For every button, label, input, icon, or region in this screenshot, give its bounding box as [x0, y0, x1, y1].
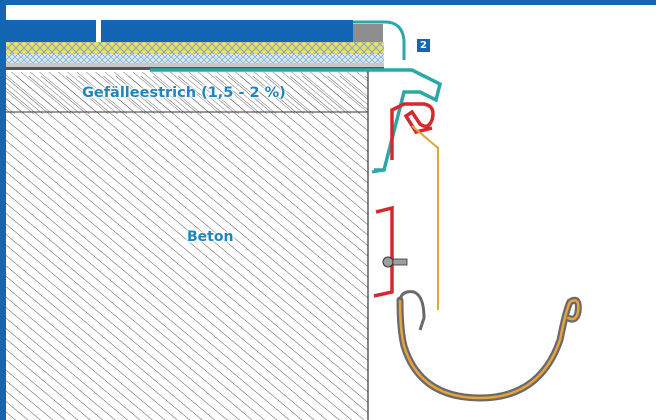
insulation-layer	[6, 42, 384, 54]
gray-edge-block	[353, 24, 383, 44]
concrete-slab	[6, 76, 368, 420]
red-gutter-hook-lower	[373, 205, 394, 298]
separation-layer	[6, 63, 384, 67]
eaves-detail-drawing: Gefälleestrich (1,5 - 2 %) Beton 2	[0, 0, 656, 420]
drainage-mat-layer	[6, 54, 384, 63]
blue-panel-left	[6, 20, 96, 42]
screed-label: Gefälleestrich (1,5 - 2 %)	[82, 85, 286, 101]
detail-number-badge: 2	[417, 39, 430, 52]
left-frame-bar	[0, 0, 6, 420]
top-frame-bar	[0, 0, 656, 5]
bracket-bolt	[382, 256, 394, 268]
concrete-label: Beton	[187, 229, 234, 245]
bolt-shank	[392, 258, 408, 266]
teal-profile-foot	[371, 168, 385, 174]
gutter-lining	[398, 298, 580, 400]
section-drawing	[0, 0, 656, 420]
gutter-strap	[411, 125, 439, 310]
blue-panel-right	[101, 20, 353, 42]
